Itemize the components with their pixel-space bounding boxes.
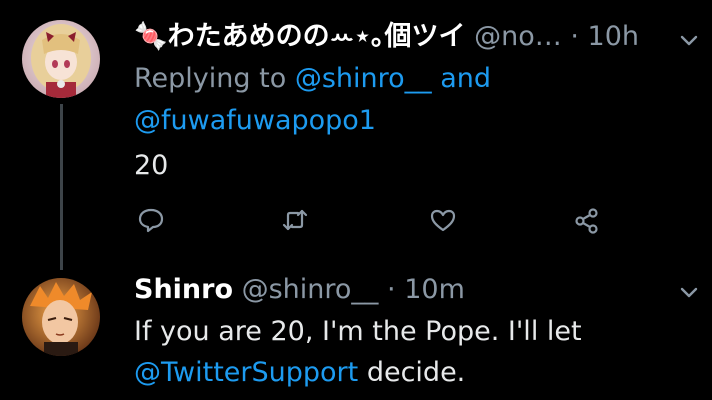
reply-icon[interactable] [136,205,166,235]
tweet-thread: 🍬わたあめののꕀ⋆｡個ツイ @no… · 10h Replying to @sh… [0,0,712,400]
replying-to-line2: @fuwafuwapopo1 [134,104,376,138]
handle[interactable]: @shinro__ [242,274,379,305]
like-icon[interactable] [428,205,458,235]
body-rest: decide. [366,357,466,388]
tweet-2[interactable]: Shinro @shinro__ · 10m If you are 20, I'… [0,270,712,400]
avatar[interactable] [22,20,100,98]
separator: · [570,21,579,52]
tweet-body-line1: If you are 20, I'm the Pope. I'll let [134,316,582,347]
timestamp[interactable]: 10m [404,274,465,305]
thread-line [60,104,63,270]
avatar[interactable] [22,278,100,356]
reply-mention-1[interactable]: @shinro__ [295,63,432,94]
tweet-body-line2: @TwitterSupport decide. [134,356,465,390]
tweet-header: 🍬わたあめののꕀ⋆｡個ツイ @no… · 10h [134,20,639,54]
tweet-header: Shinro @shinro__ · 10m [134,273,465,307]
share-icon[interactable] [572,206,602,236]
reply-and: and [440,63,492,94]
timestamp[interactable]: 10h [588,21,639,52]
chevron-down-icon[interactable] [677,280,701,304]
replying-to: Replying to @shinro__ and [134,62,491,96]
anime-boy-avatar-icon [22,278,100,356]
anime-girl-avatar-icon [22,20,100,98]
display-name[interactable]: 🍬わたあめののꕀ⋆｡個ツイ [134,21,466,52]
replying-prefix: Replying to [134,63,287,94]
chevron-down-icon[interactable] [677,28,701,52]
tweet-1[interactable]: 🍬わたあめののꕀ⋆｡個ツイ @no… · 10h Replying to @sh… [0,0,712,270]
handle[interactable]: @no… [474,21,562,52]
reply-mention-2[interactable]: @fuwafuwapopo1 [134,105,376,136]
separator: · [387,274,396,305]
mention-link[interactable]: @TwitterSupport [134,357,358,388]
display-name[interactable]: Shinro [134,274,233,305]
retweet-icon[interactable] [280,205,310,235]
tweet-body: 20 [134,150,169,181]
